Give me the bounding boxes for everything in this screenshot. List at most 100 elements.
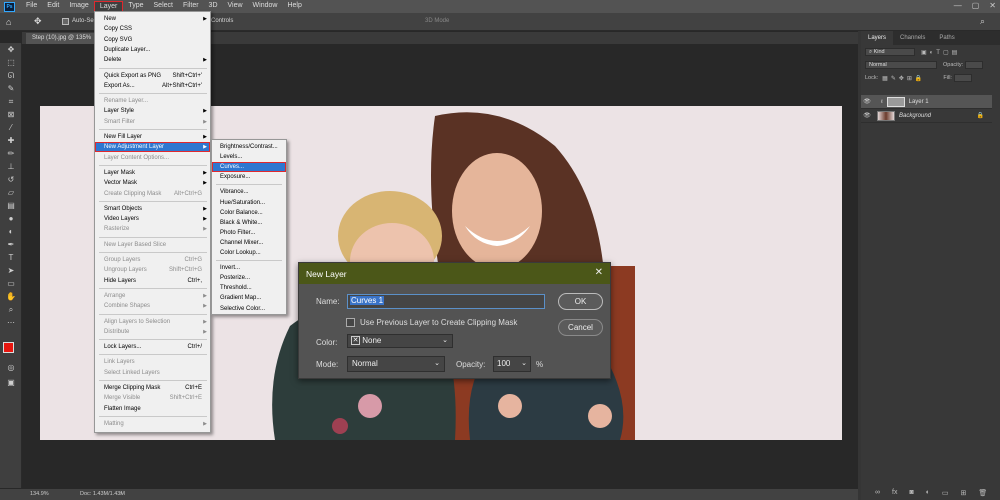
submenu-item-threshold[interactable]: Threshold... — [212, 283, 286, 293]
new-layer-icon[interactable]: ⊞ — [961, 489, 967, 497]
submenu-item-curves[interactable]: Curves... — [212, 162, 286, 173]
menu-item-link-layers[interactable]: Link Layers — [95, 357, 210, 367]
menu-item-merge-visible[interactable]: Merge Visible Shift+Ctrl+E — [95, 393, 210, 403]
layer-row[interactable]: 👁 ℓ Layer 1 — [861, 95, 992, 109]
color-select[interactable]: ✕ None ⌄ — [347, 334, 453, 348]
eye-icon[interactable]: 👁 — [861, 98, 873, 105]
submenu-item-brightness-contrast[interactable]: Brightness/Contrast... — [212, 142, 286, 152]
kind-filter[interactable]: ⌕ Kind — [865, 48, 915, 56]
minimize-icon[interactable]: — — [954, 1, 962, 10]
layer-row[interactable]: 👁 Background 🔒 — [861, 109, 992, 123]
document-tab[interactable]: Step (10).jpg @ 135% — [26, 33, 98, 44]
menu-view[interactable]: View — [223, 1, 248, 12]
link-layers-icon[interactable]: ∞ — [875, 489, 880, 497]
quick-select-icon[interactable]: ✎ — [0, 82, 22, 95]
menu-item-layer-content-options[interactable]: Layer Content Options... — [95, 153, 210, 163]
submenu-item-photo-filter[interactable]: Photo Filter... — [212, 228, 286, 238]
cancel-button[interactable]: Cancel — [558, 319, 603, 336]
submenu-item-invert[interactable]: Invert... — [212, 263, 286, 273]
menu-item-new-adjustment-layer[interactable]: New Adjustment Layer ▶ — [95, 142, 210, 153]
menu-item-delete[interactable]: Delete ▶ — [95, 55, 210, 65]
zoom-icon[interactable]: ⌕ — [0, 303, 22, 316]
foreground-color-swatch[interactable] — [3, 342, 14, 353]
search-icon[interactable]: ⌕ — [980, 16, 985, 27]
pen-icon[interactable]: ✒ — [0, 238, 22, 251]
close-icon[interactable]: ✕ — [989, 1, 996, 10]
opacity-field[interactable]: 100 ⌄ — [493, 356, 531, 372]
filter-icons[interactable]: ▣◐T▢▤ — [921, 49, 960, 56]
lock-icons[interactable]: ▦✎✥⊞🔒 — [882, 75, 925, 82]
submenu-item-vibrance[interactable]: Vibrance... — [212, 187, 286, 197]
fx-icon[interactable]: fx — [892, 489, 897, 497]
menu-item-arrange[interactable]: Arrange ▶ — [95, 291, 210, 301]
submenu-item-gradient-map[interactable]: Gradient Map... — [212, 293, 286, 303]
auto-select-checkbox[interactable] — [62, 18, 69, 25]
lasso-icon[interactable]: ᘏ — [0, 69, 22, 82]
menu-item-quick-export-as-png[interactable]: Quick Export as PNG Shift+Ctrl+' — [95, 71, 210, 81]
trash-icon[interactable]: 🗑 — [978, 489, 987, 497]
eyedropper-icon[interactable]: ⁄ — [0, 121, 22, 134]
home-icon[interactable]: ⌂ — [6, 17, 11, 27]
marquee-icon[interactable]: ⬚ — [0, 56, 22, 69]
submenu-item-hue-saturation[interactable]: Hue/Saturation... — [212, 198, 286, 208]
submenu-item-black-white[interactable]: Black & White... — [212, 218, 286, 228]
menu-item-align-layers-to-selection[interactable]: Align Layers to Selection ▶ — [95, 317, 210, 327]
healing-icon[interactable]: ✚ — [0, 134, 22, 147]
more-tools-icon[interactable]: ⋯ — [0, 316, 22, 329]
menu-item-rename-layer[interactable]: Rename Layer... — [95, 96, 210, 106]
chevron-down-icon[interactable]: ⌄ — [521, 359, 527, 367]
history-brush-icon[interactable]: ↺ — [0, 173, 22, 186]
submenu-item-channel-mixer[interactable]: Channel Mixer... — [212, 238, 286, 248]
menu-item-group-layers[interactable]: Group Layers Ctrl+G — [95, 255, 210, 265]
move-icon[interactable]: ✥ — [0, 43, 22, 56]
menu-item-matting[interactable]: Matting ▶ — [95, 419, 210, 429]
menu-item-vector-mask[interactable]: Vector Mask ▶ — [95, 178, 210, 188]
move-tool-icon[interactable]: ✥ — [34, 16, 42, 27]
menu-file[interactable]: File — [21, 1, 42, 12]
opacity-field[interactable] — [965, 61, 984, 69]
menu-item-distribute[interactable]: Distribute ▶ — [95, 327, 210, 337]
menu-window[interactable]: Window — [248, 1, 283, 12]
screen-mode-icon[interactable]: ▣ — [0, 376, 22, 389]
status-arrow-icon[interactable]: › — [120, 489, 122, 500]
frame-icon[interactable]: ⊠ — [0, 108, 22, 121]
blur-icon[interactable]: ● — [0, 212, 22, 225]
menu-help[interactable]: Help — [282, 1, 306, 12]
adjustment-icon[interactable]: ◐ — [926, 489, 930, 497]
submenu-item-levels[interactable]: Levels... — [212, 152, 286, 162]
menu-item-merge-clipping-mask[interactable]: Merge Clipping Mask Ctrl+E — [95, 383, 210, 393]
submenu-item-exposure[interactable]: Exposure... — [212, 172, 286, 182]
add-mask-icon[interactable]: ◙ — [909, 489, 913, 497]
quick-mask-icon[interactable]: ◎ — [0, 361, 22, 374]
tab-layers[interactable]: Layers — [861, 31, 894, 45]
close-icon[interactable]: ✕ — [595, 267, 603, 278]
zoom-level[interactable]: 134.9% — [30, 489, 49, 500]
menu-item-create-clipping-mask[interactable]: Create Clipping Mask Alt+Ctrl+G — [95, 189, 210, 199]
menu-item-select-linked-layers[interactable]: Select Linked Layers — [95, 368, 210, 378]
eye-icon[interactable]: 👁 — [861, 112, 873, 119]
crop-icon[interactable]: ⌗ — [0, 95, 22, 108]
maximize-icon[interactable]: ▢ — [972, 1, 980, 10]
submenu-item-selective-color[interactable]: Selective Color... — [212, 304, 286, 314]
tab-paths[interactable]: Paths — [932, 31, 961, 45]
name-field[interactable]: Curves 1 — [347, 294, 545, 309]
tab-channels[interactable]: Channels — [893, 31, 932, 45]
gradient-icon[interactable]: ▤ — [0, 199, 22, 212]
menu-item-rasterize[interactable]: Rasterize ▶ — [95, 224, 210, 234]
menu-item-duplicate-layer[interactable]: Duplicate Layer... — [95, 45, 210, 55]
menu-item-flatten-image[interactable]: Flatten Image — [95, 404, 210, 414]
menu-item-layer-mask[interactable]: Layer Mask ▶ — [95, 168, 210, 178]
submenu-item-color-lookup[interactable]: Color Lookup... — [212, 248, 286, 258]
layer-name[interactable]: Layer 1 — [909, 99, 929, 105]
menu-item-copy-svg[interactable]: Copy SVG — [95, 35, 210, 45]
menu-item-new-fill-layer[interactable]: New Fill Layer ▶ — [95, 132, 210, 142]
menu-item-hide-layers[interactable]: Hide Layers Ctrl+, — [95, 276, 210, 286]
mode-select[interactable]: Normal ⌄ — [347, 356, 445, 372]
menu-edit[interactable]: Edit — [42, 1, 64, 12]
fill-field[interactable] — [953, 74, 972, 82]
menu-item-new-layer-based-slice[interactable]: New Layer Based Slice — [95, 240, 210, 250]
hand-icon[interactable]: ✋ — [0, 290, 22, 303]
submenu-item-posterize[interactable]: Posterize... — [212, 273, 286, 283]
menu-item-video-layers[interactable]: Video Layers ▶ — [95, 214, 210, 224]
menu-item-smart-filter[interactable]: Smart Filter ▶ — [95, 117, 210, 127]
